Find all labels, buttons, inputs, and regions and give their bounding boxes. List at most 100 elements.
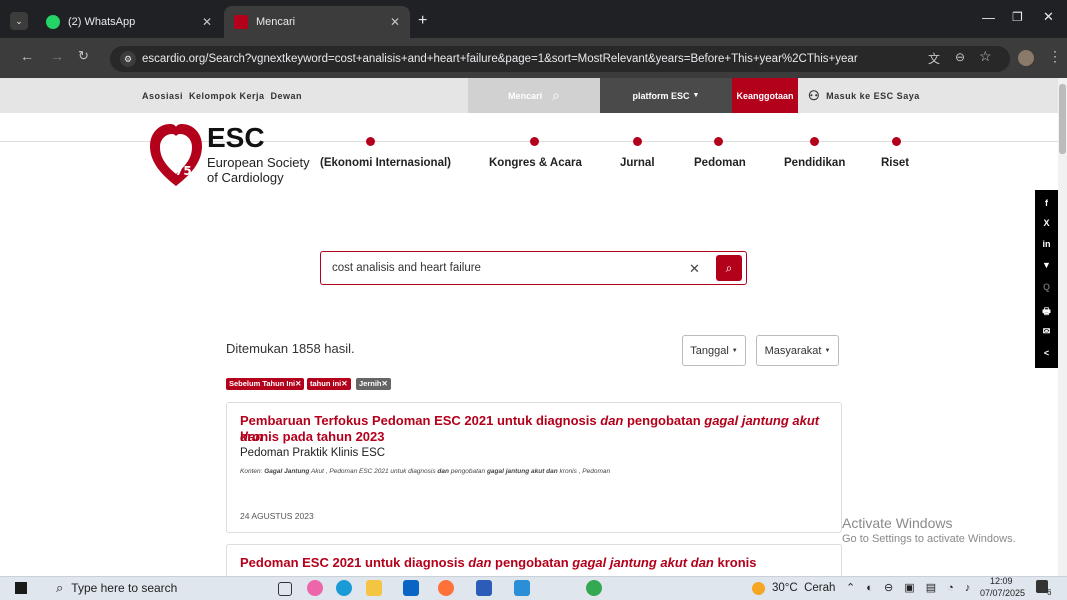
translate-icon[interactable]: 文 [928,50,940,67]
nav-item-pendidikan[interactable]: Pendidikan [784,157,845,169]
file-explorer-icon[interactable] [366,580,382,596]
platform-dropdown[interactable]: platform ESC ▼ [600,78,732,113]
nav-item-kongres[interactable]: Kongres & Acara [489,157,582,169]
login-label: Masuk ke ESC Saya [826,90,920,101]
search-small-icon[interactable]: Q [1035,282,1058,292]
title-part: Pedoman ESC 2021 untuk diagnosis [240,555,469,570]
share-icon[interactable]: < [1035,348,1058,358]
nav-dot [810,137,819,146]
minimize-icon[interactable]: — [982,10,995,25]
filter-chip[interactable]: tahun ini✕ [307,378,351,390]
bookmark-star-icon[interactable]: ☆ [979,48,992,65]
firefox-icon[interactable] [438,580,454,596]
chrome-icon[interactable] [586,580,602,596]
tab-mencari[interactable]: Mencari ✕ [224,6,410,38]
chevron-down-icon: ▼ [824,347,831,354]
taskbar-search[interactable]: ⌕ Type here to search [42,577,262,599]
chip-label: Sebelum Tahun Ini [229,379,296,388]
taskbar-search-placeholder: Type here to search [71,581,178,595]
chip-label: Jernih [359,379,382,388]
search-icon: ⌕ [552,87,560,103]
content-highlight: gagal jantung akut dan [486,468,558,475]
tab-label: (2) WhatsApp [68,16,136,28]
close-window-icon[interactable]: ✕ [1043,9,1054,25]
outlook-icon[interactable] [403,580,419,596]
profile-avatar[interactable] [1018,50,1034,66]
clock-time[interactable]: 12:09 [990,576,1013,586]
filter-chip[interactable]: Sebelum Tahun Ini✕ [226,378,305,390]
forward-icon[interactable]: → [50,48,64,64]
close-icon[interactable]: ✕ [202,15,212,29]
result-title[interactable]: Pedoman ESC 2021 untuk diagnosis dan pen… [240,555,757,571]
site-info-icon[interactable]: ⚙ [120,51,136,67]
platform-label: platform ESC [632,90,690,101]
nav-item-pedoman[interactable]: Pedoman [694,157,746,169]
page-scrollbar[interactable] [1058,78,1067,576]
email-icon[interactable]: ✉ [1035,326,1058,337]
result-subtitle: Pedoman Praktik Klinis ESC [240,447,386,459]
windows-start-icon[interactable] [15,582,27,594]
membership-button[interactable]: Keanggotaan [732,78,798,113]
nav-item-ekonomi[interactable]: (Ekonomi Internasional) [320,157,451,169]
task-view-icon[interactable] [278,582,292,596]
chip-label: tahun ini [310,379,342,388]
facebook-icon[interactable]: f [1035,198,1058,208]
photos-icon[interactable] [514,580,530,596]
result-title-line2[interactable]: kronis pada tahun 2023 [240,429,385,445]
esc-logo[interactable]: 75 ESC European Society of Cardiology [148,120,310,192]
clear-filters-chip[interactable]: Jernih✕ [356,378,391,390]
heart-logo-icon [150,124,202,186]
community-filter-dropdown[interactable]: Masyarakat ▼ [756,335,839,366]
tab-whatsapp[interactable]: (2) WhatsApp ✕ [36,6,222,38]
tab-search-button[interactable]: ⌄ [10,12,28,30]
pocket-icon[interactable]: ▼ [1035,260,1058,270]
logo-abbr: ESC [207,122,265,153]
chevron-down-icon: ▼ [731,347,738,354]
print-icon[interactable]: 🖶 [1035,304,1058,320]
title-part: pengobatan [491,555,573,570]
clock-date[interactable]: 07/07/2025 [980,588,1025,598]
title-part: Pembaruan Terfokus Pedoman ESC 2021 untu… [240,413,601,428]
result-content: Konten: Gagal Jantung Akut , Pedoman ESC… [240,468,610,475]
system-tray-icons[interactable]: ⌃ ◐ ⊖ ▣ ▤ ◔ ♪ [846,581,974,594]
back-icon[interactable]: ← [20,48,34,64]
copilot-icon[interactable] [307,580,323,596]
restore-icon[interactable]: ❐ [1012,10,1023,24]
content-text: Akut , Pedoman ESC 2021 untuk diagnosis [309,468,438,475]
search-icon: ⌕ [56,580,64,595]
content-highlight: dan [437,468,449,475]
weather-icon [752,582,765,595]
whatsapp-icon [46,15,60,29]
menu-icon[interactable]: ⋮ [1048,48,1062,65]
top-search-button[interactable]: Mencari ⌕ [468,78,600,113]
nav-dot [530,137,539,146]
logo-name-line1: European Society [207,155,310,170]
weather-text[interactable]: 30°C Cerah [772,582,835,594]
linkedin-icon[interactable]: in [1035,239,1058,249]
new-tab-button[interactable]: + [418,12,427,30]
nav-dot [633,137,642,146]
scrollbar-thumb[interactable] [1059,84,1066,154]
edge-icon[interactable] [336,580,352,596]
search-submit-button[interactable]: ⌕ [716,255,742,281]
top-search-label: Mencari [508,90,543,101]
close-icon[interactable]: ✕ [390,15,400,29]
url-input[interactable]: ⚙ escardio.org/Search?vgnextkeyword=cost… [110,46,1010,72]
date-filter-label: Tanggal [690,344,729,357]
content-highlight: Gagal Jantung [264,468,310,475]
windows-activation-watermark: Activate Windows Go to Settings to activ… [842,515,1016,545]
title-part: pengobatan [623,413,705,428]
title-part: kronis [713,555,757,570]
zoom-icon[interactable]: ⊖ [955,50,965,64]
word-icon[interactable] [476,580,492,596]
date-filter-dropdown[interactable]: Tanggal ▼ [682,335,746,366]
nav-item-jurnal[interactable]: Jurnal [620,157,655,169]
clear-icon[interactable]: ✕ [689,261,700,277]
results-count: Ditemukan 1858 hasil. [226,341,355,356]
community-filter-label: Masyarakat [764,344,822,357]
nav-item-riset[interactable]: Riset [881,157,909,169]
login-link[interactable]: ⚇ Masuk ke ESC Saya [808,78,920,113]
reload-icon[interactable]: ↻ [78,48,89,64]
top-links[interactable]: Asosiasi Kelompok Kerja Dewan [142,78,302,113]
x-twitter-icon[interactable]: X [1035,218,1058,228]
